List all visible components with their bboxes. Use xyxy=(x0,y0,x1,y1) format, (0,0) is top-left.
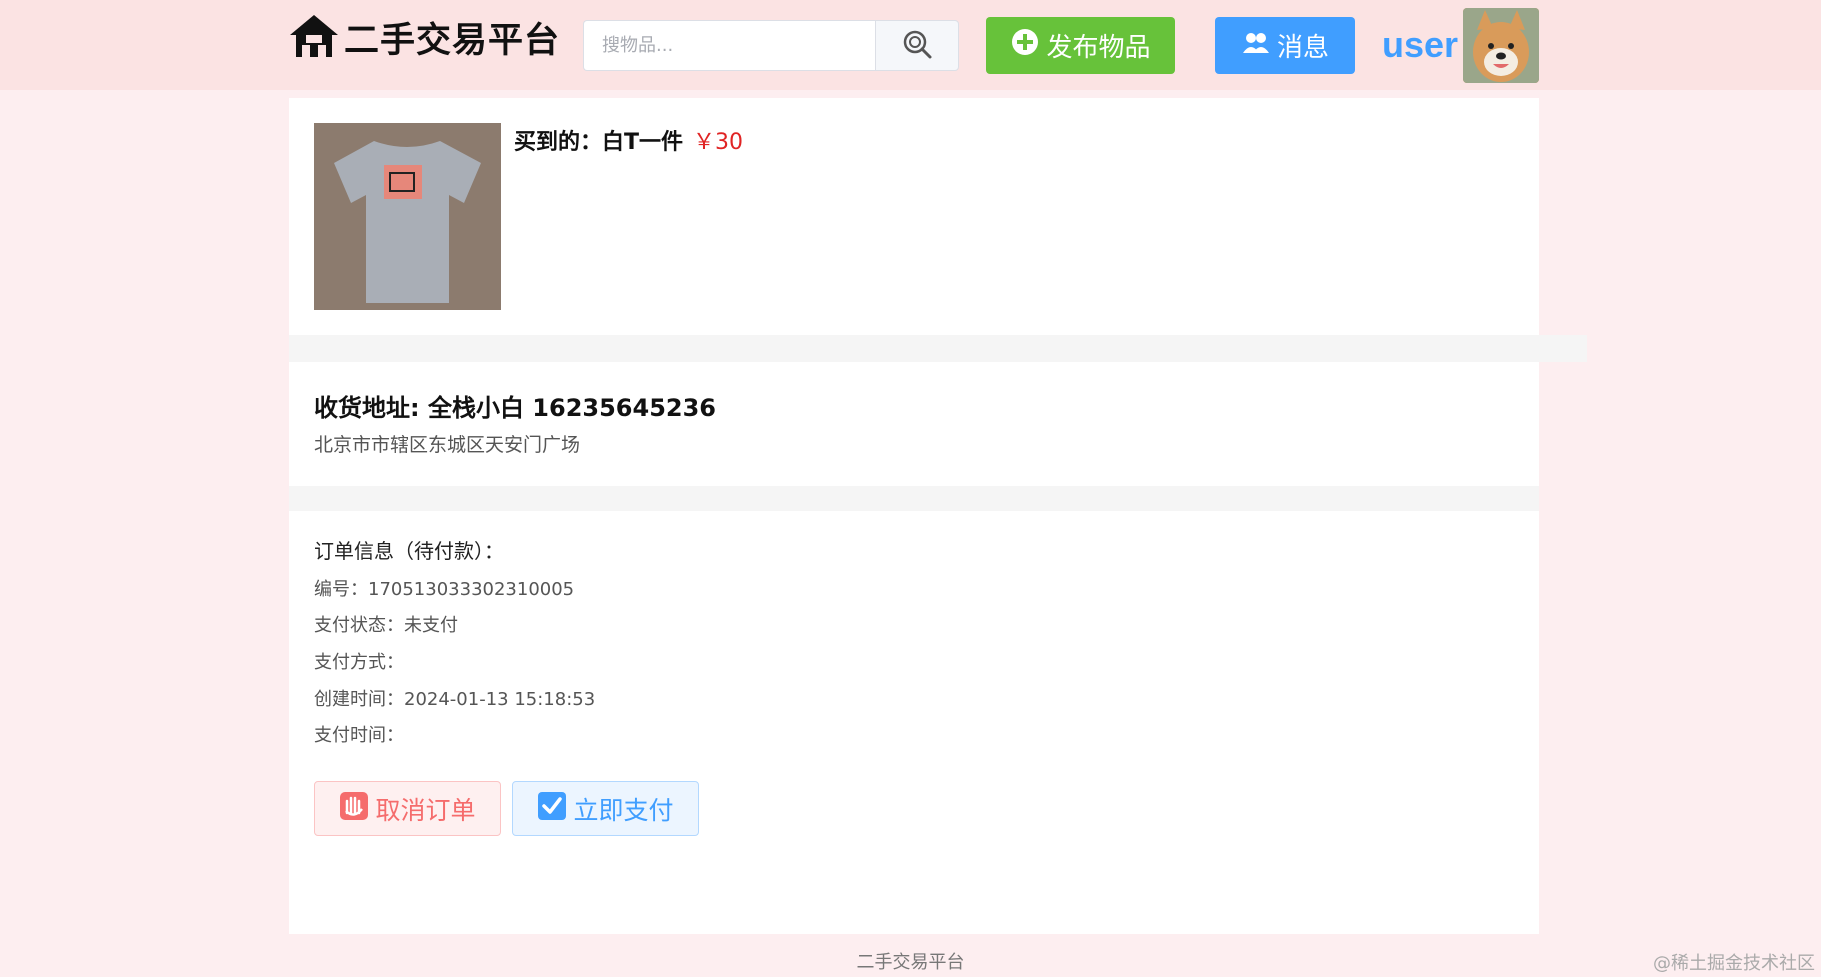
product-title: 买到的：白T一件 ￥30 xyxy=(514,124,743,156)
avatar[interactable] xyxy=(1463,8,1539,83)
payment-time: 支付时间： xyxy=(314,725,404,746)
username[interactable]: user xyxy=(1382,24,1458,66)
payment-status: 支付状态：未支付 xyxy=(314,615,458,636)
order-card: 订单信息（待付款）： 编号：170513033302310005 支付状态：未支… xyxy=(289,511,1539,934)
section-divider xyxy=(289,335,1587,362)
home-icon xyxy=(288,13,340,63)
users-icon xyxy=(1241,27,1271,64)
messages-button[interactable]: 消息 xyxy=(1215,17,1355,74)
plus-circle-icon xyxy=(1010,27,1040,64)
footer-text: 二手交易平台 xyxy=(856,952,965,973)
cancel-order-label: 取消订单 xyxy=(375,795,476,825)
product-name: 买到的：白T一件 xyxy=(514,130,684,155)
messages-label: 消息 xyxy=(1276,33,1329,63)
order-heading: 订单信息（待付款）： xyxy=(314,539,504,563)
hand-icon xyxy=(339,791,369,827)
payment-method: 支付方式： xyxy=(314,652,404,673)
product-card: 买到的：白T一件 ￥30 xyxy=(289,98,1539,335)
search-input[interactable] xyxy=(583,20,875,71)
search-button[interactable] xyxy=(875,20,959,71)
created-time: 创建时间：2024-01-13 15:18:53 xyxy=(314,689,596,710)
address-title: 收货地址: 全栈小白 16235645236 xyxy=(314,394,716,422)
checkbox-icon xyxy=(537,791,567,827)
watermark: @稀土掘金技术社区 xyxy=(1653,953,1815,974)
pay-now-label: 立即支付 xyxy=(573,795,674,825)
product-image[interactable] xyxy=(314,123,501,310)
product-price: ￥30 xyxy=(693,130,744,155)
address-line: 北京市市辖区东城区天安门广场 xyxy=(314,434,581,456)
address-card: 收货地址: 全栈小白 16235645236 北京市市辖区东城区天安门广场 xyxy=(289,362,1539,486)
site-name: 二手交易平台 xyxy=(344,21,561,61)
pay-now-button[interactable]: 立即支付 xyxy=(512,781,699,836)
publish-item-label: 发布物品 xyxy=(1046,33,1151,63)
search-bar xyxy=(583,20,959,71)
top-bar: 二手交易平台 发布物品 xyxy=(0,0,1821,90)
section-divider xyxy=(289,486,1539,511)
publish-item-button[interactable]: 发布物品 xyxy=(986,17,1175,74)
cancel-order-button[interactable]: 取消订单 xyxy=(314,781,501,836)
order-number: 编号：170513033302310005 xyxy=(314,579,575,600)
search-icon xyxy=(901,28,933,64)
site-logo[interactable]: 二手交易平台 xyxy=(288,12,560,63)
